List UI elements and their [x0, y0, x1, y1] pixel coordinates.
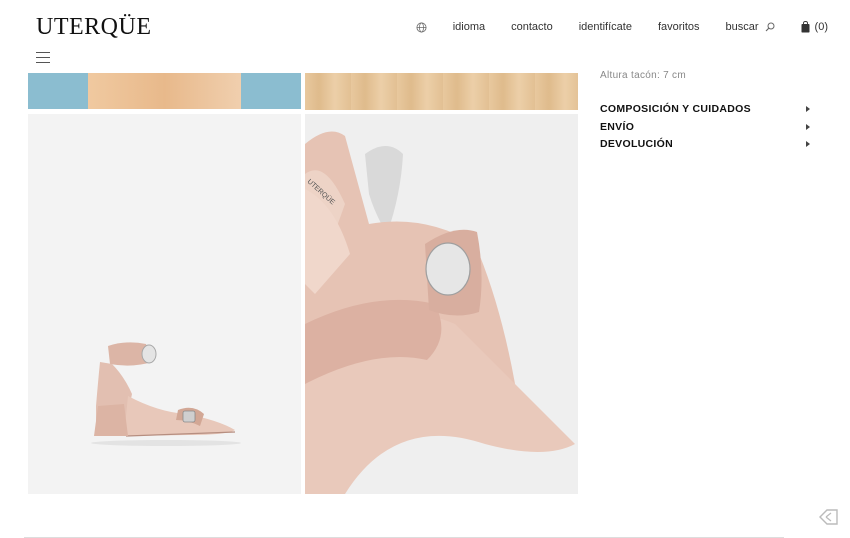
- floating-tag-icon[interactable]: [819, 508, 839, 531]
- accordion-shipping[interactable]: ENVÍO: [600, 121, 810, 139]
- shopping-bag-icon: [801, 21, 810, 33]
- product-image-detail-right[interactable]: [305, 73, 578, 110]
- caret-right-icon: [806, 141, 810, 147]
- top-navigation: idioma contacto identifícate favoritos b…: [416, 19, 828, 35]
- heel-height: Altura tacón: 7 cm: [600, 70, 686, 81]
- product-image-side-view[interactable]: [28, 114, 301, 494]
- product-image-top-view[interactable]: UTERQÜE: [305, 114, 578, 494]
- login-link[interactable]: identifícate: [579, 21, 632, 33]
- accordion-returns[interactable]: DEVOLUCIÓN: [600, 138, 810, 156]
- brand-logo[interactable]: UTERQÜE: [36, 14, 151, 41]
- search-button[interactable]: buscar: [726, 21, 775, 33]
- accordion-label: DEVOLUCIÓN: [600, 138, 674, 150]
- hamburger-menu-icon[interactable]: [36, 52, 50, 64]
- contact-link[interactable]: contacto: [511, 21, 553, 33]
- search-label: buscar: [725, 21, 759, 33]
- cart-button[interactable]: (0): [801, 21, 828, 33]
- caret-right-icon: [806, 123, 810, 130]
- globe-icon[interactable]: [416, 22, 427, 33]
- language-link[interactable]: idioma: [453, 21, 485, 33]
- accordion-label: ENVÍO: [600, 120, 635, 133]
- accordion-composition[interactable]: COMPOSICIÓN Y CUIDADOS: [600, 103, 810, 121]
- cart-count: (0): [814, 21, 828, 33]
- product-info-accordion: COMPOSICIÓN Y CUIDADOS ENVÍO DEVOLUCIÓN: [600, 103, 810, 156]
- product-image-detail-left[interactable]: [28, 73, 301, 109]
- favorites-link[interactable]: favoritos: [658, 21, 700, 33]
- accordion-label: COMPOSICIÓN Y CUIDADOS: [600, 103, 751, 115]
- caret-right-icon: [806, 106, 810, 112]
- search-icon: [765, 22, 775, 32]
